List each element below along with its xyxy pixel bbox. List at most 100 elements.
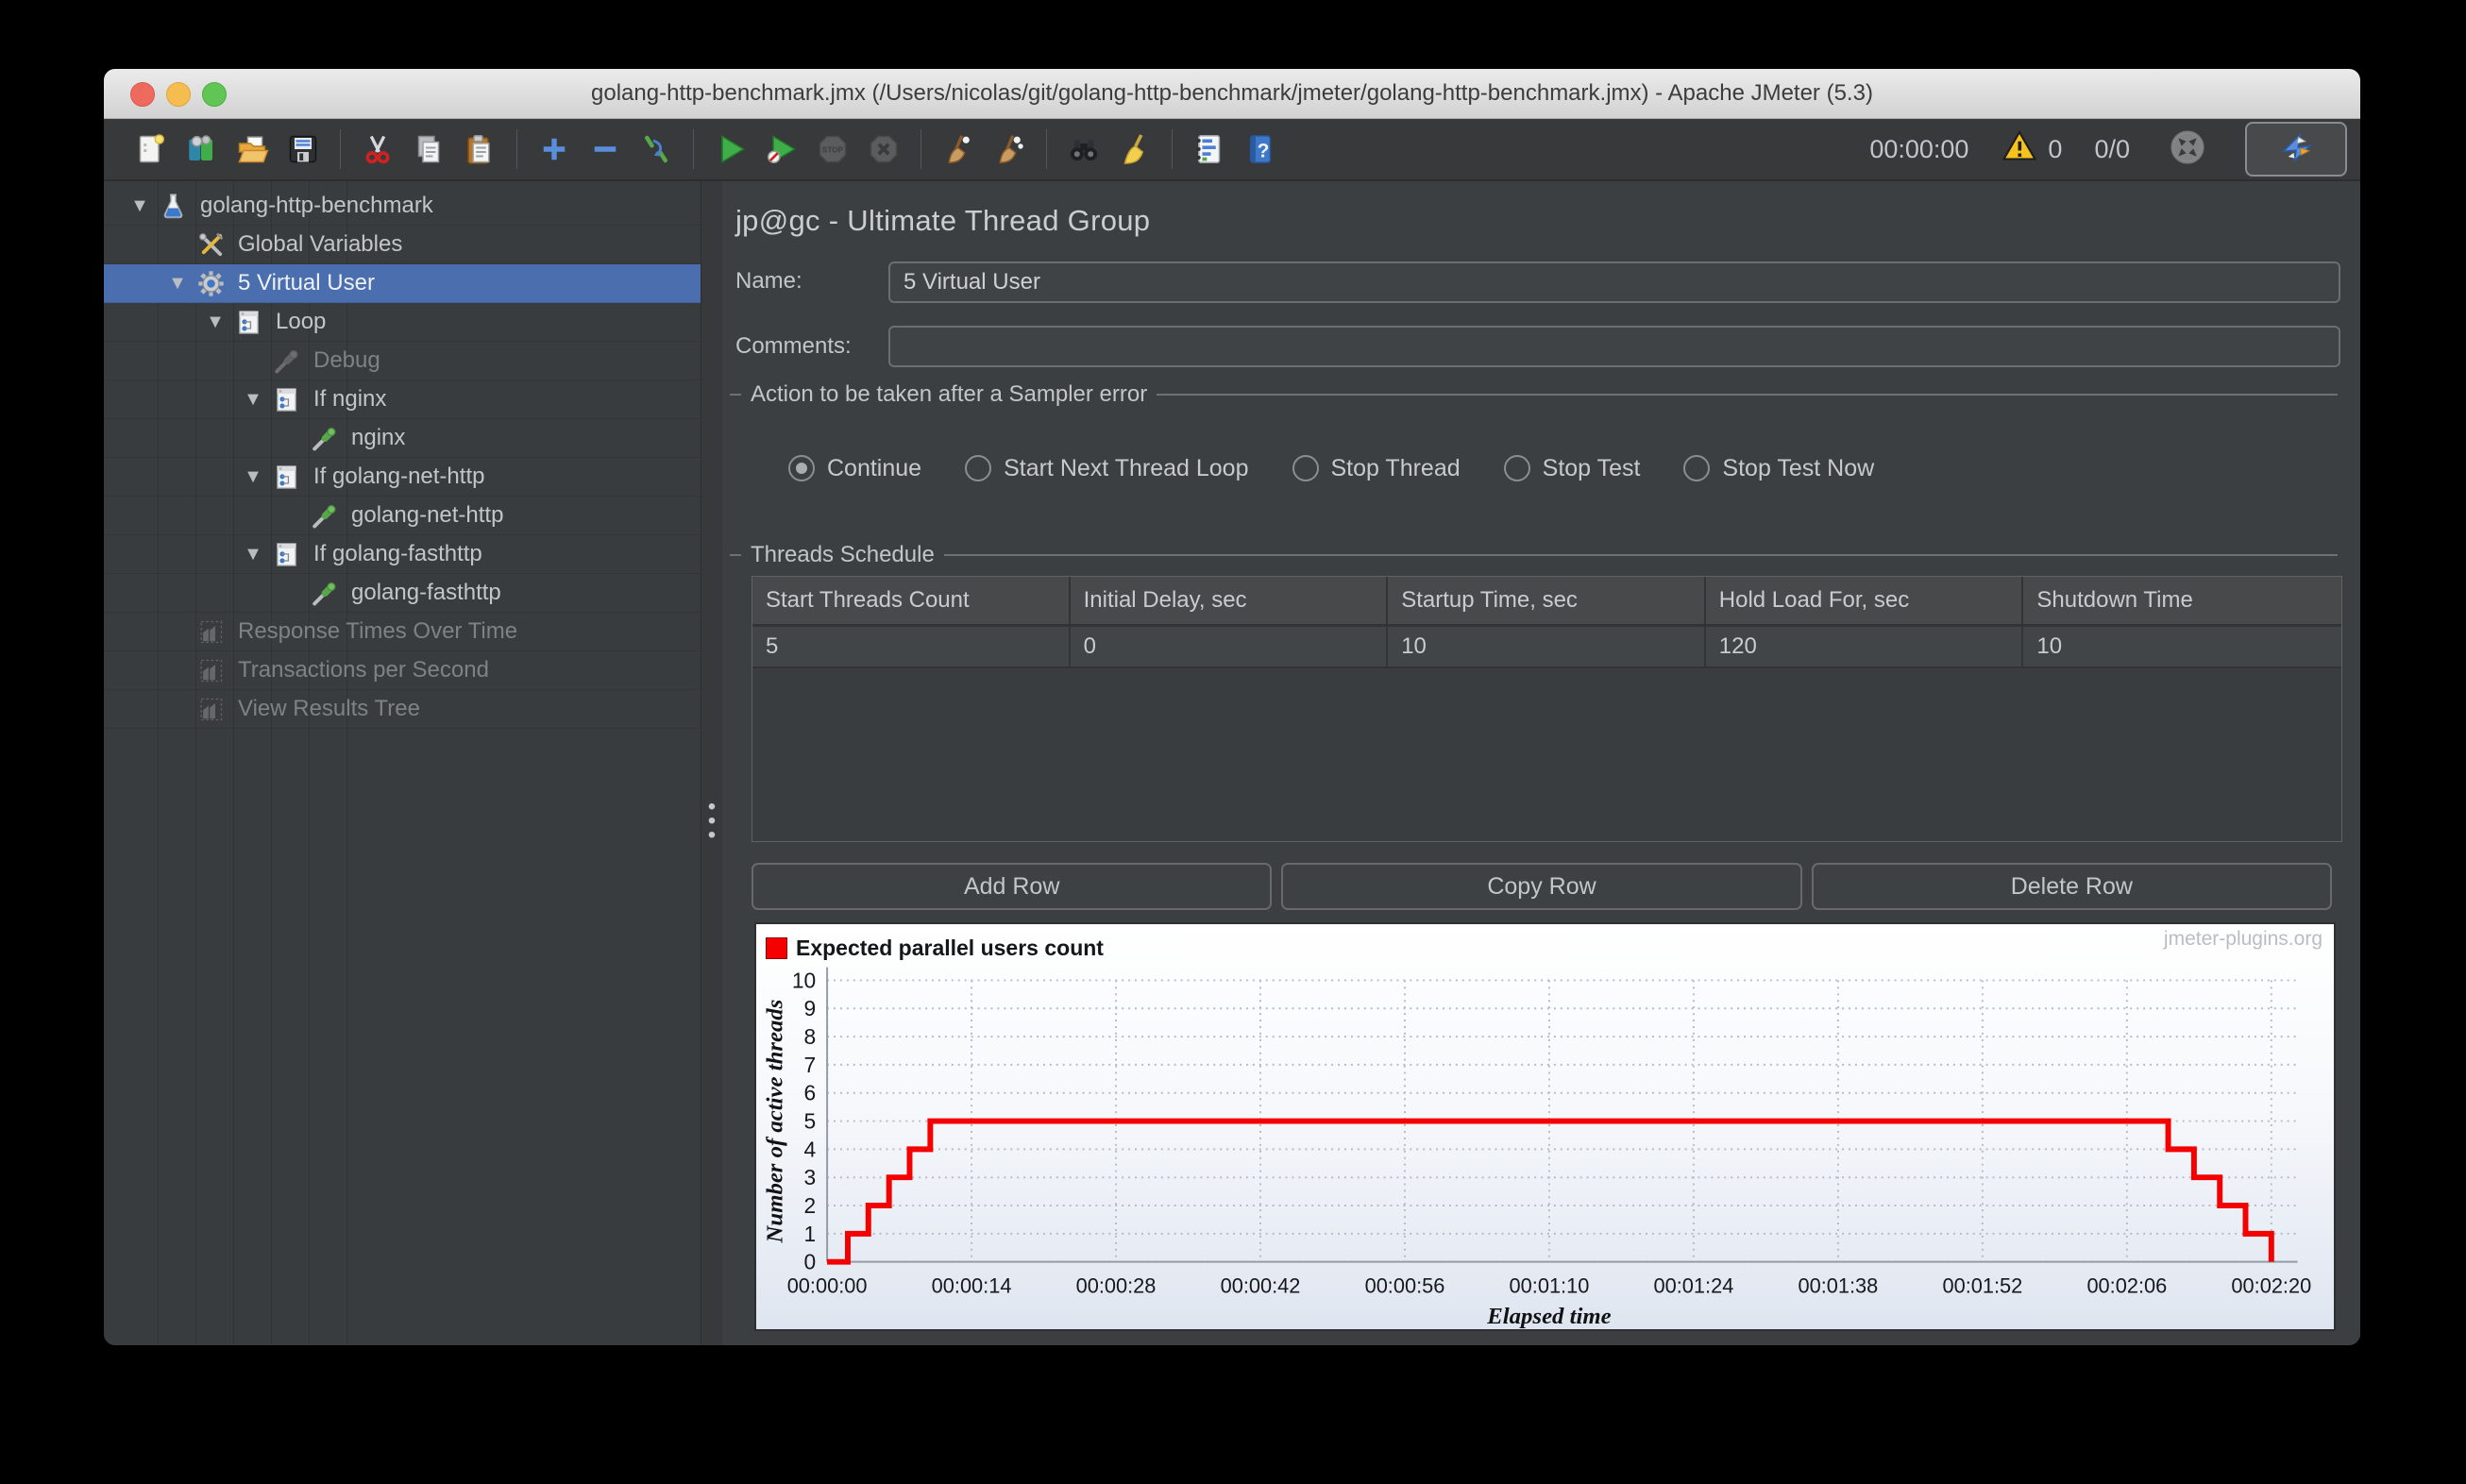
start-button[interactable] bbox=[711, 129, 751, 169]
svg-text:3: 3 bbox=[804, 1165, 817, 1189]
svg-text:1: 1 bbox=[804, 1222, 817, 1246]
tree-item-loop[interactable]: ▼ Loop bbox=[104, 303, 701, 342]
search-button[interactable] bbox=[1064, 129, 1104, 169]
svg-text:00:00:56: 00:00:56 bbox=[1365, 1273, 1445, 1297]
tree-item-label: Global Variables bbox=[238, 231, 403, 257]
expander-icon[interactable]: ▼ bbox=[196, 312, 234, 333]
name-input[interactable] bbox=[888, 261, 2340, 303]
radio-icon bbox=[1292, 455, 1319, 481]
svg-text:00:00:14: 00:00:14 bbox=[932, 1273, 1012, 1297]
toolbar-separator bbox=[1172, 129, 1173, 169]
tree-item-if-golang-fasthttp[interactable]: ▼ If golang-fasthttp bbox=[104, 535, 701, 574]
active-threads-count: 0/0 bbox=[2094, 134, 2130, 163]
titlebar[interactable]: golang-http-benchmark.jmx (/Users/nicola… bbox=[104, 69, 2360, 119]
tree-item-nginx[interactable]: nginx bbox=[104, 419, 701, 458]
remove-button[interactable] bbox=[585, 129, 625, 169]
table-cell[interactable]: 10 bbox=[1388, 627, 1706, 666]
tree-item-debug[interactable]: Debug bbox=[104, 342, 701, 380]
svg-text:8: 8 bbox=[804, 1024, 817, 1049]
copy-button[interactable] bbox=[409, 129, 448, 169]
save-button[interactable] bbox=[283, 129, 323, 169]
tree-item-if-golang-net-http[interactable]: ▼ If golang-net-http bbox=[104, 458, 701, 497]
function-helper-button[interactable] bbox=[1190, 129, 1229, 169]
test-plan-tree: ▼ golang-http-benchmark Global Variables ▼ 5… bbox=[104, 181, 701, 1345]
thread-group-icon bbox=[198, 270, 224, 296]
help-button[interactable]: ? bbox=[1241, 129, 1280, 169]
radio-stop-test[interactable]: Stop Test bbox=[1503, 455, 1640, 482]
table-row: 5 0 10 120 10 bbox=[752, 627, 2341, 668]
svg-text:00:00:28: 00:00:28 bbox=[1076, 1273, 1157, 1297]
delete-row-button[interactable]: Delete Row bbox=[1811, 863, 2332, 910]
add-row-button[interactable]: Add Row bbox=[752, 863, 1273, 910]
radio-start-next-thread-loop[interactable]: Start Next Thread Loop bbox=[965, 455, 1249, 482]
table-cell[interactable]: 120 bbox=[1706, 627, 2024, 666]
table-cell[interactable]: 10 bbox=[2023, 627, 2341, 666]
warning-icon bbox=[2001, 129, 2038, 170]
copy-icon bbox=[417, 135, 440, 163]
plugins-manager-icon bbox=[2277, 128, 2315, 171]
save-icon bbox=[289, 135, 317, 163]
radio-stop-thread[interactable]: Stop Thread bbox=[1292, 455, 1461, 482]
search-reset-button[interactable] bbox=[1115, 129, 1155, 169]
tree-item-view-results-tree[interactable]: View Results Tree bbox=[104, 690, 701, 729]
plugins-manager-button[interactable] bbox=[2245, 122, 2347, 177]
expander-icon[interactable]: ▼ bbox=[234, 389, 272, 411]
svg-text:STOP: STOP bbox=[822, 145, 843, 154]
comments-input[interactable] bbox=[888, 326, 2340, 367]
templates-icon bbox=[189, 135, 212, 160]
cut-button[interactable] bbox=[358, 129, 397, 169]
threads-schedule-section-border: Threads Schedule bbox=[730, 542, 2338, 568]
copy-row-button[interactable]: Copy Row bbox=[1281, 863, 1802, 910]
table-cell[interactable]: 0 bbox=[1071, 627, 1389, 666]
radio-stop-test-now[interactable]: Stop Test Now bbox=[1683, 455, 1874, 482]
tree-item-label: 5 Virtual User bbox=[238, 270, 375, 295]
tree-item-label: View Results Tree bbox=[238, 696, 420, 721]
column-header: Start Threads Count bbox=[752, 577, 1071, 624]
tree-item-label: Response Times Over Time bbox=[238, 618, 518, 644]
tree-item-if-nginx[interactable]: ▼ If nginx bbox=[104, 380, 701, 419]
clear-button[interactable] bbox=[938, 129, 978, 169]
svg-text:6: 6 bbox=[804, 1081, 817, 1105]
sampler-error-section-title: Action to be taken after a Sampler error bbox=[751, 381, 1148, 407]
shutdown-button[interactable] bbox=[864, 129, 904, 169]
radio-continue[interactable]: Continue bbox=[788, 455, 921, 482]
cut-icon bbox=[365, 135, 390, 164]
tree-item-transactions-per-second[interactable]: Transactions per Second bbox=[104, 651, 701, 690]
expander-icon[interactable]: ▼ bbox=[159, 273, 196, 295]
tree-item-label: golang-fasthttp bbox=[351, 580, 501, 605]
start-no-timers-button[interactable] bbox=[762, 129, 802, 169]
stop-icon: STOP bbox=[819, 135, 847, 163]
search-reset-icon bbox=[1123, 134, 1144, 164]
panel-splitter[interactable]: • • • bbox=[701, 181, 723, 1345]
desktop: golang-http-benchmark.jmx (/Users/nicola… bbox=[0, 0, 2466, 1484]
clear-all-button[interactable] bbox=[989, 129, 1029, 169]
log-error-indicator[interactable]: 0 bbox=[2001, 129, 2062, 170]
tree-item-label: If nginx bbox=[313, 386, 387, 412]
expander-icon[interactable]: ▼ bbox=[234, 544, 272, 565]
toggle-icon bbox=[645, 135, 667, 163]
tree-item-5-virtual-user[interactable]: ▼ 5 Virtual User bbox=[104, 264, 701, 303]
threads-schedule-table[interactable]: Start Threads Count Initial Delay, sec Sta… bbox=[752, 576, 2342, 842]
add-button[interactable] bbox=[534, 129, 574, 169]
threads-schedule-section-title: Threads Schedule bbox=[751, 542, 935, 567]
expander-icon[interactable]: ▼ bbox=[121, 195, 159, 217]
open-file-button[interactable] bbox=[232, 129, 272, 169]
templates-button[interactable] bbox=[181, 129, 221, 169]
paste-button[interactable] bbox=[460, 129, 499, 169]
column-header: Startup Time, sec bbox=[1388, 577, 1706, 624]
warning-count: 0 bbox=[2048, 134, 2063, 163]
tree-item-golang-fasthttp[interactable]: golang-fasthttp bbox=[104, 574, 701, 613]
toggle-button[interactable] bbox=[636, 129, 676, 169]
svg-text:00:01:10: 00:01:10 bbox=[1510, 1273, 1590, 1297]
tree-item-global-variables[interactable]: Global Variables bbox=[104, 226, 701, 264]
tree-item-response-times-over-time[interactable]: Response Times Over Time bbox=[104, 613, 701, 651]
stop-button[interactable]: STOP bbox=[813, 129, 853, 169]
remote-start-all-button[interactable] bbox=[2168, 129, 2207, 169]
tree-item-label: nginx bbox=[351, 425, 406, 450]
tree-item-golang-http-benchmark[interactable]: ▼ golang-http-benchmark bbox=[104, 187, 701, 226]
expander-icon[interactable]: ▼ bbox=[234, 466, 272, 488]
controller-icon bbox=[277, 464, 296, 489]
new-file-button[interactable] bbox=[130, 129, 170, 169]
table-cell[interactable]: 5 bbox=[752, 627, 1071, 666]
tree-item-golang-net-http[interactable]: golang-net-http bbox=[104, 497, 701, 535]
